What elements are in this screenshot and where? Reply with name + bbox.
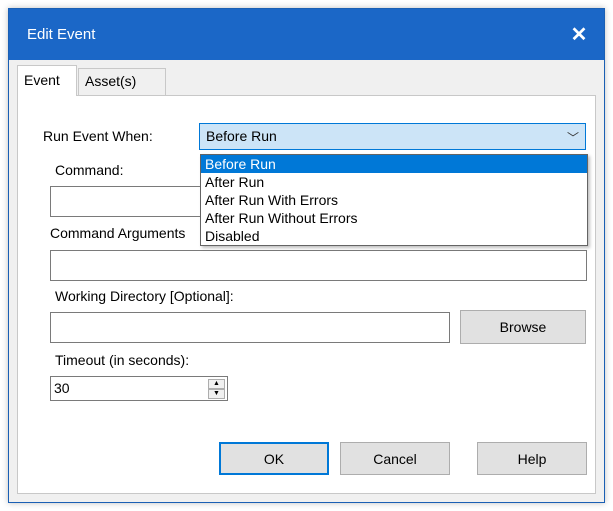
dropdown-option[interactable]: Before Run — [201, 155, 587, 173]
tab-assets[interactable]: Asset(s) — [78, 68, 166, 95]
run-event-select[interactable]: Before Run ﹀ — [199, 123, 586, 150]
command-arguments-label: Command Arguments — [50, 225, 186, 241]
dropdown-option[interactable]: After Run Without Errors — [201, 209, 587, 227]
run-event-dropdown: Before Run After Run After Run With Erro… — [200, 154, 588, 246]
chevron-down-icon: ﹀ — [566, 131, 579, 145]
close-button[interactable]: ✕ — [554, 9, 604, 60]
command-label: Command: — [55, 162, 124, 178]
dropdown-option[interactable]: After Run — [201, 173, 587, 191]
dialog-title: Edit Event — [27, 26, 96, 43]
edit-event-dialog: Edit Event ✕ Event Asset(s) Run Event Wh… — [8, 8, 605, 503]
dropdown-option[interactable]: Disabled — [201, 227, 587, 245]
help-button[interactable]: Help — [477, 442, 587, 475]
dropdown-option[interactable]: After Run With Errors — [201, 191, 587, 209]
cancel-button[interactable]: Cancel — [340, 442, 450, 475]
title-bar: Edit Event ✕ — [9, 9, 604, 60]
timeout-stepper[interactable]: 30 ▲ ▼ — [50, 376, 228, 401]
working-directory-field[interactable] — [50, 312, 450, 343]
working-directory-label: Working Directory [Optional]: — [55, 288, 234, 304]
command-arguments-field[interactable] — [50, 250, 587, 281]
spin-down-icon[interactable]: ▼ — [208, 389, 225, 399]
close-icon: ✕ — [570, 24, 588, 46]
timeout-label: Timeout (in seconds): — [55, 352, 190, 368]
browse-button[interactable]: Browse — [460, 310, 586, 344]
run-event-label: Run Event When: — [43, 128, 153, 144]
ok-button[interactable]: OK — [219, 442, 329, 475]
event-panel: Run Event When: Before Run ﹀ Before Run … — [17, 95, 596, 494]
timeout-value: 30 — [54, 380, 70, 396]
spin-buttons: ▲ ▼ — [208, 379, 225, 399]
run-event-value: Before Run — [206, 128, 277, 144]
tab-event[interactable]: Event — [17, 65, 77, 96]
spin-up-icon[interactable]: ▲ — [208, 379, 225, 389]
